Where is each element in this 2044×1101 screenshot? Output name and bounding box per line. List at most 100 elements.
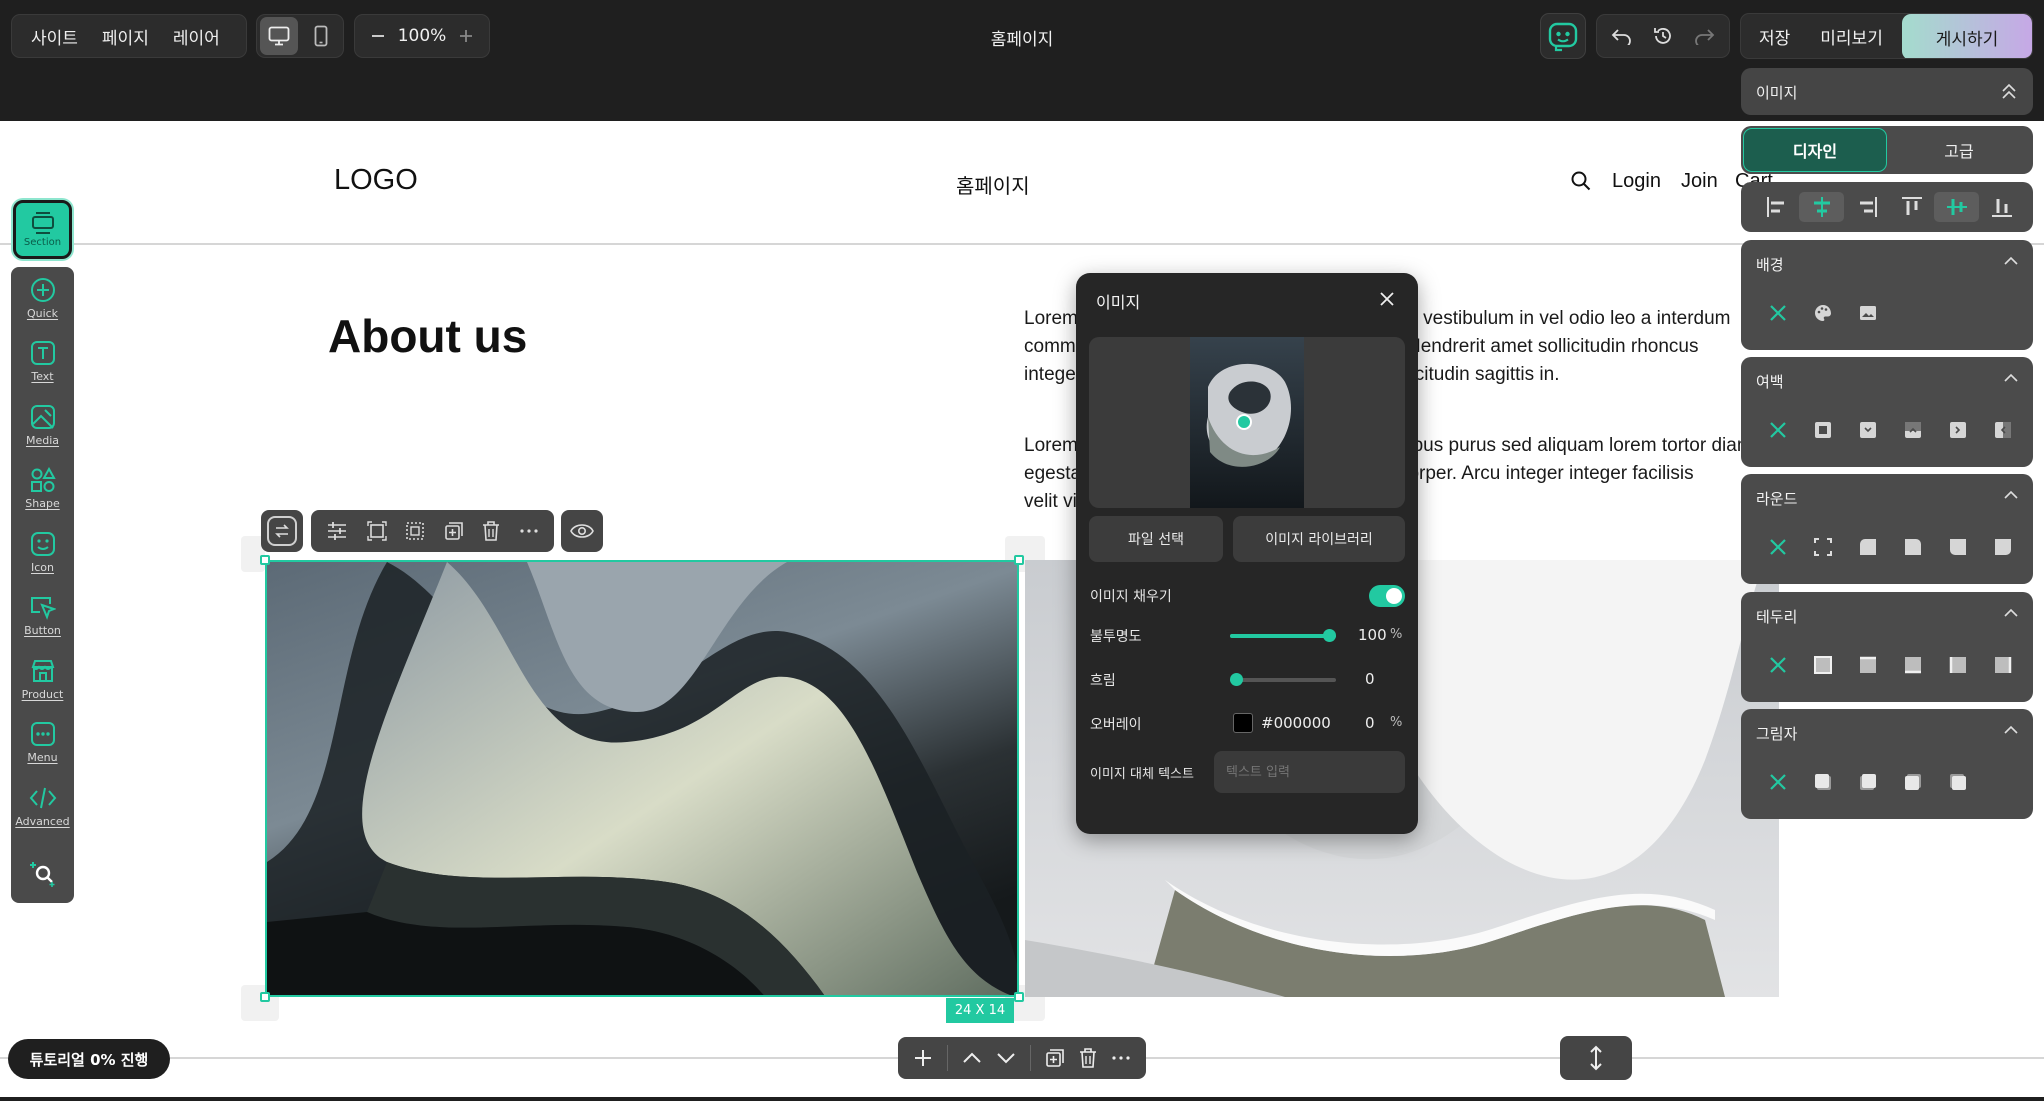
menu-layer[interactable]: 레이어 — [168, 15, 225, 57]
shadow-bottom-right-button[interactable] — [1800, 767, 1845, 797]
border-bottom-button[interactable] — [1890, 650, 1935, 680]
tool-menu[interactable]: Menu — [11, 721, 74, 781]
about-title[interactable]: About us — [328, 309, 527, 363]
move-up-button[interactable] — [962, 1052, 982, 1064]
tab-design[interactable]: 디자인 — [1743, 128, 1887, 172]
align-right-button[interactable] — [1844, 192, 1889, 222]
element-type-header[interactable]: 이미지 — [1741, 68, 2033, 115]
radius-bottom-right-button[interactable] — [1980, 532, 2025, 562]
delete-section-button[interactable] — [1079, 1048, 1097, 1068]
border-none-button[interactable] — [1755, 650, 1800, 680]
resize-handle-top-left[interactable] — [260, 555, 270, 565]
spacing-left-button[interactable] — [1935, 415, 1980, 445]
publish-button[interactable]: 게시하기 — [1902, 14, 2032, 58]
delete-button[interactable] — [482, 521, 500, 541]
site-logo[interactable]: LOGO — [334, 164, 418, 197]
bg-image-button[interactable] — [1845, 298, 1890, 328]
nav-login[interactable]: Login — [1612, 170, 1661, 193]
focal-point-handle[interactable] — [1236, 414, 1252, 430]
alt-text-input[interactable] — [1214, 751, 1405, 793]
tool-icon[interactable]: Icon — [11, 531, 74, 591]
tool-quick[interactable]: Quick — [11, 277, 74, 337]
radius-none-button[interactable] — [1755, 532, 1800, 562]
radius-top-left-button[interactable] — [1845, 532, 1890, 562]
overlay-opacity-value[interactable]: 0 — [1365, 714, 1375, 732]
spacing-none-button[interactable] — [1755, 415, 1800, 445]
bg-none-button[interactable] — [1755, 298, 1800, 328]
blur-slider-thumb[interactable] — [1230, 673, 1243, 686]
resize-handle-bottom-right[interactable] — [1014, 992, 1024, 1002]
image-library-button[interactable]: 이미지 라이브러리 — [1233, 516, 1405, 562]
opacity-slider-thumb[interactable] — [1323, 629, 1336, 642]
tool-button[interactable]: Button — [11, 594, 74, 654]
radius-top-right-button[interactable] — [1890, 532, 1935, 562]
overlay-color-swatch[interactable] — [1233, 713, 1253, 733]
duplicate-section-button[interactable] — [1045, 1048, 1065, 1068]
align-top-button[interactable] — [1889, 192, 1934, 222]
tool-text[interactable]: Text — [11, 340, 74, 400]
image-preview[interactable] — [1089, 337, 1405, 508]
save-button[interactable]: 저장 — [1741, 14, 1808, 58]
tool-shape[interactable]: Shape — [11, 467, 74, 527]
file-select-button[interactable]: 파일 선택 — [1089, 516, 1223, 562]
align-bottom-button[interactable] — [1979, 192, 2024, 222]
undo-button[interactable] — [1603, 17, 1641, 55]
settings-button[interactable] — [326, 521, 348, 541]
popup-close-button[interactable] — [1379, 291, 1395, 307]
section-more-button[interactable] — [1111, 1055, 1131, 1061]
section-height-handle[interactable] — [1560, 1036, 1632, 1080]
swap-button[interactable] — [267, 516, 297, 546]
section-toggle[interactable] — [2003, 725, 2019, 735]
menu-site[interactable]: 사이트 — [12, 15, 97, 57]
ai-search-button[interactable] — [11, 853, 74, 893]
align-left-button[interactable] — [1754, 192, 1799, 222]
section-tool-button[interactable]: Section — [13, 200, 72, 259]
section-toggle[interactable] — [2003, 256, 2019, 266]
overlay-color-value[interactable]: #000000 — [1261, 714, 1331, 732]
visibility-button[interactable] — [561, 510, 603, 552]
selected-image[interactable] — [265, 560, 1019, 997]
tool-media[interactable]: Media — [11, 404, 74, 464]
history-button[interactable] — [1644, 17, 1682, 55]
section-toggle[interactable] — [2003, 490, 2019, 500]
mobile-view-button[interactable] — [302, 17, 340, 55]
ai-assistant-button[interactable] — [1540, 13, 1586, 59]
fill-toggle[interactable] — [1369, 585, 1405, 607]
resize-handle-top-right[interactable] — [1014, 555, 1024, 565]
zoom-out-button[interactable] — [359, 17, 397, 55]
tool-advanced[interactable]: Advanced — [11, 785, 74, 845]
spacing-right-button[interactable] — [1980, 415, 2025, 445]
preview-button[interactable]: 미리보기 — [1808, 14, 1899, 58]
more-button[interactable] — [519, 528, 539, 534]
nav-home[interactable]: 홈페이지 — [956, 170, 1030, 199]
shadow-top-left-button[interactable] — [1935, 767, 1980, 797]
blur-slider[interactable] — [1230, 673, 1336, 686]
nav-join[interactable]: Join — [1681, 170, 1718, 193]
bg-color-button[interactable] — [1800, 298, 1845, 328]
move-down-button[interactable] — [996, 1052, 1016, 1064]
spacing-bottom-button[interactable] — [1890, 415, 1935, 445]
radius-all-button[interactable] — [1800, 532, 1845, 562]
shadow-none-button[interactable] — [1755, 767, 1800, 797]
tutorial-progress-badge[interactable]: 튜토리얼 0% 진행 — [8, 1039, 170, 1079]
opacity-slider[interactable] — [1230, 629, 1336, 642]
menu-page[interactable]: 페이지 — [97, 15, 168, 57]
tool-product[interactable]: Product — [11, 658, 74, 718]
frame-button[interactable] — [367, 521, 387, 541]
duplicate-button[interactable] — [444, 521, 464, 541]
collapse-button[interactable] — [2001, 82, 2017, 100]
section-toggle[interactable] — [2003, 608, 2019, 618]
border-right-button[interactable] — [1980, 650, 2025, 680]
radius-bottom-left-button[interactable] — [1935, 532, 1980, 562]
add-section-button[interactable] — [913, 1048, 933, 1068]
tab-advanced[interactable]: 고급 — [1887, 128, 2031, 172]
shadow-top-right-button[interactable] — [1890, 767, 1935, 797]
crop-button[interactable] — [405, 521, 425, 541]
shadow-bottom-left-button[interactable] — [1845, 767, 1890, 797]
zoom-in-button[interactable] — [447, 17, 485, 55]
border-left-button[interactable] — [1935, 650, 1980, 680]
nav-search-button[interactable] — [1570, 170, 1592, 192]
spacing-top-button[interactable] — [1845, 415, 1890, 445]
border-top-button[interactable] — [1845, 650, 1890, 680]
spacing-all-button[interactable] — [1800, 415, 1845, 445]
